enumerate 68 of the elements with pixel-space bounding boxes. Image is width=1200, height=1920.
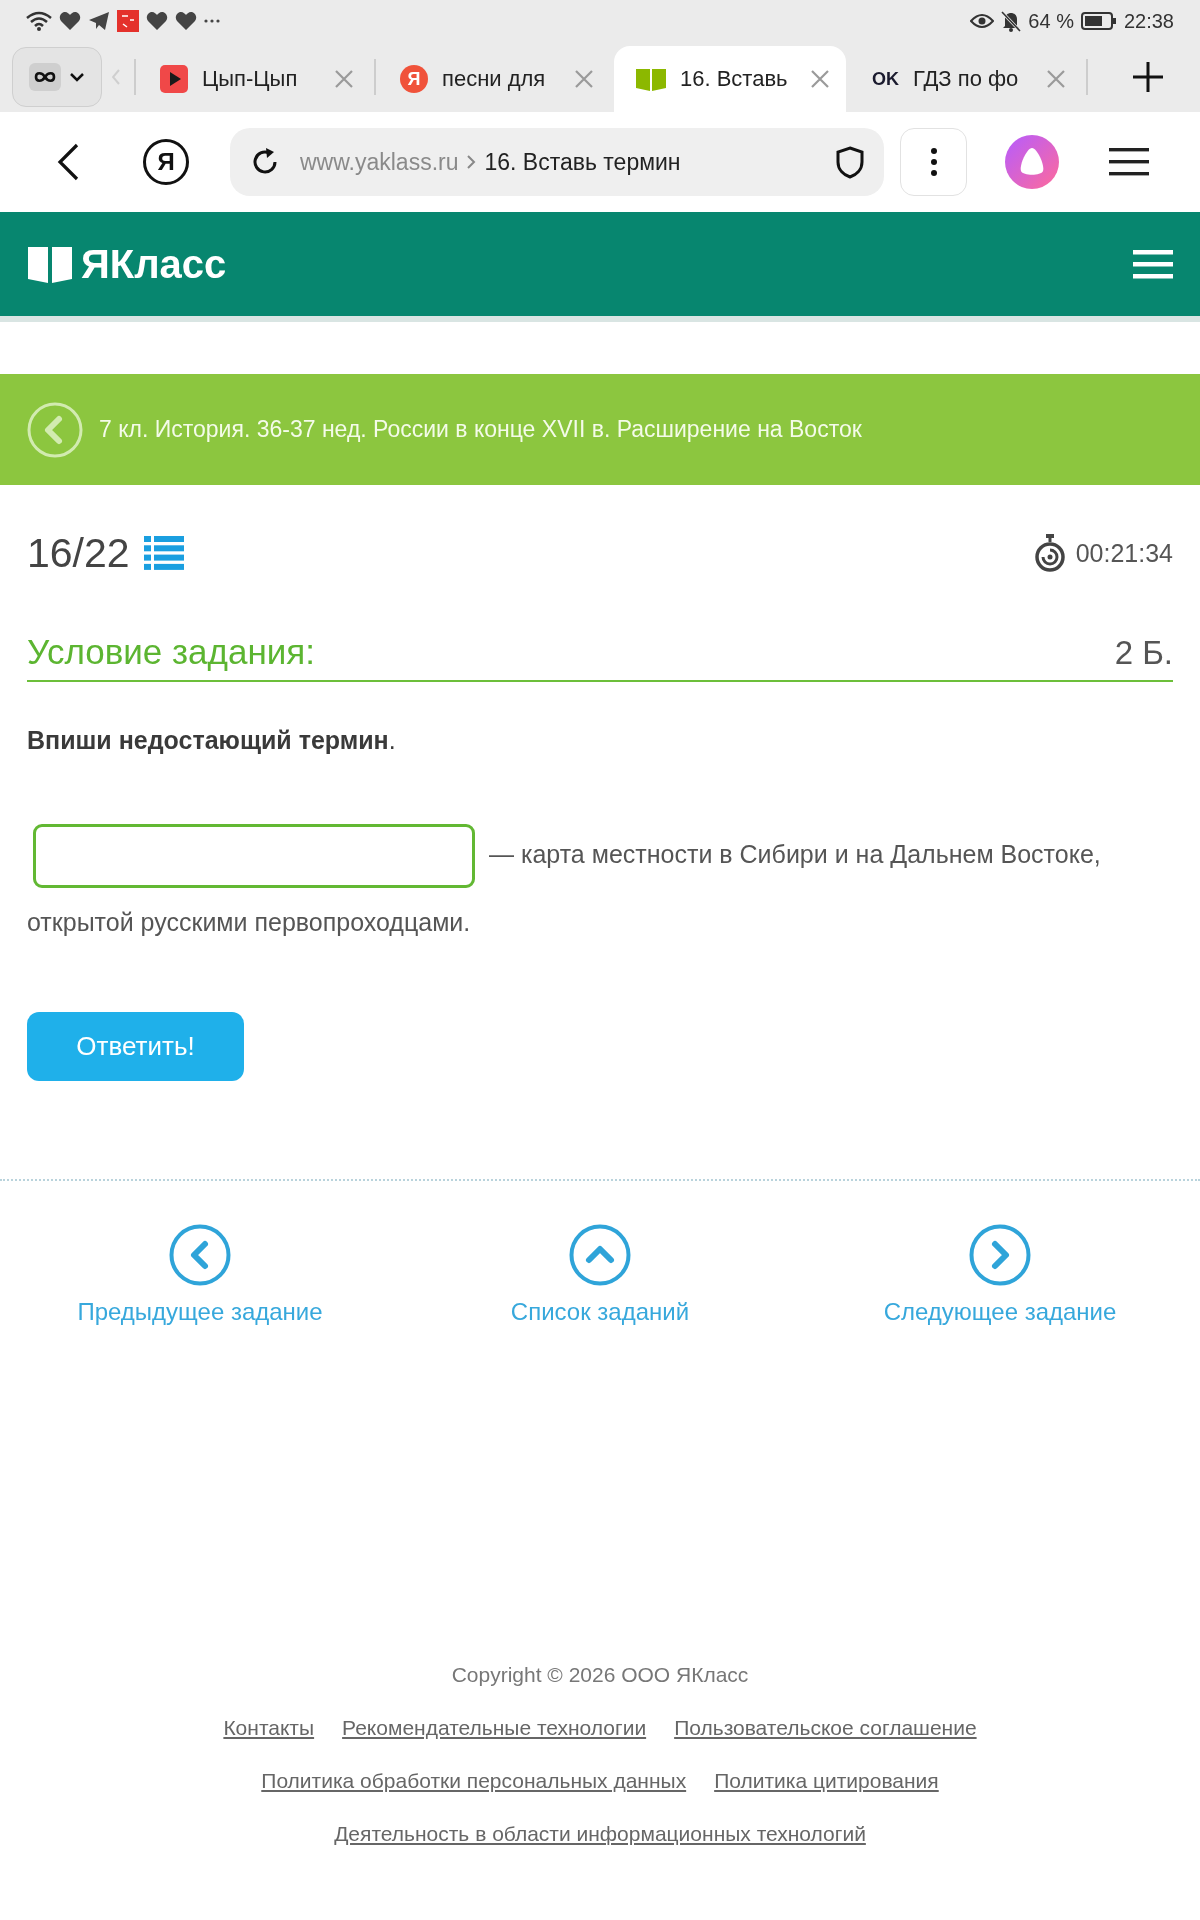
breadcrumb-text: 7 кл. История. 36-37 нед. России в конце XVII в. Расширение на Восток — [99, 416, 862, 443]
footer-link[interactable]: Рекомендательные технологии — [342, 1716, 647, 1741]
new-tab-button[interactable] — [1131, 60, 1165, 94]
wifi-icon — [26, 11, 52, 31]
footer-link[interactable]: Контакты — [223, 1716, 315, 1741]
browser-tab[interactable]: 16. Вставь — [614, 46, 846, 112]
more-icon — [204, 19, 220, 23]
browser-tab[interactable]: Цып-Цып — [138, 46, 370, 112]
section-title: Условие задания: — [27, 632, 315, 672]
tab-title: Цып-Цып — [202, 66, 299, 92]
circle-chevron-up-icon — [569, 1224, 631, 1287]
address-bar[interactable]: www.yaklass.ru 16. Вставь термин — [230, 128, 884, 196]
task-list-icon[interactable] — [143, 536, 184, 570]
shield-icon[interactable] — [836, 145, 864, 179]
browser-button[interactable]: Я — [143, 139, 189, 185]
logo-text[interactable]: ЯКласс — [81, 241, 227, 287]
menu-icon[interactable] — [1109, 148, 1149, 176]
footer-link[interactable]: Политика цитирования — [714, 1769, 939, 1794]
chevron-right-icon — [466, 154, 477, 170]
chevron-left-icon — [112, 69, 120, 85]
assistant-icon[interactable] — [1005, 135, 1059, 189]
book-icon — [636, 67, 666, 91]
book-icon — [27, 244, 73, 284]
tab-title: 16. Вставь — [680, 66, 789, 92]
heart-icon — [175, 11, 197, 31]
battery-text: 64 % — [1028, 9, 1074, 33]
circle-chevron-left-icon — [169, 1224, 231, 1287]
stopwatch-icon — [1033, 534, 1066, 572]
close-icon[interactable] — [1046, 69, 1066, 89]
close-icon[interactable] — [574, 69, 594, 89]
question-text: открытой русскими первопроходцами. — [27, 907, 471, 939]
favicon: OK — [872, 68, 899, 90]
instruction-text: Впиши недостающий термин. — [27, 726, 396, 755]
tab-group-button[interactable] — [12, 47, 102, 107]
url-host: www.yaklass.ru — [300, 148, 459, 176]
battery-icon — [1080, 12, 1117, 30]
points-text: 2 Б. — [1114, 634, 1173, 672]
circle-chevron-right-icon — [969, 1224, 1031, 1287]
browser-tab[interactable]: OK ГДЗ по фо — [850, 46, 1082, 112]
close-icon[interactable] — [810, 69, 830, 89]
play-icon — [160, 65, 188, 93]
footer-link[interactable]: Пользовательское соглашение — [674, 1716, 977, 1741]
question-text: — карта местности в Сибири и на Дальнем Востоке, — [489, 840, 1101, 868]
close-icon[interactable] — [334, 69, 354, 89]
favicon: Я — [400, 65, 428, 93]
chevron-down-icon — [69, 72, 85, 82]
timer-text: 00:21:34 — [1075, 538, 1173, 568]
bell-off-icon — [1001, 10, 1022, 32]
infinity-icon — [29, 63, 61, 91]
heart-icon — [146, 11, 168, 31]
kebab-icon — [930, 148, 937, 176]
paper-plane-icon — [88, 11, 110, 31]
page-title: 16. Вставь термин — [484, 148, 681, 176]
back-icon[interactable] — [56, 143, 80, 181]
answer-field[interactable] — [33, 824, 475, 889]
copyright-text: Copyright © 2026 ООО ЯКласс — [451, 1663, 749, 1688]
task-counter: 16/22 — [27, 529, 130, 577]
browser-tab[interactable]: Я песни для — [378, 46, 610, 112]
footer-link[interactable]: Деятельность в области информационных технологий — [334, 1822, 866, 1847]
app-icon — [117, 10, 139, 32]
clock-text: 22:38 — [1123, 9, 1174, 33]
footer-link[interactable]: Политика обработки персональных данных — [261, 1769, 687, 1794]
eye-icon — [970, 13, 995, 29]
tab-title: ГДЗ по фо — [913, 66, 1020, 92]
heart-icon — [59, 11, 81, 31]
plus-icon — [1131, 60, 1165, 94]
menu-button[interactable] — [900, 128, 967, 196]
tab-title: песни для — [442, 66, 547, 92]
